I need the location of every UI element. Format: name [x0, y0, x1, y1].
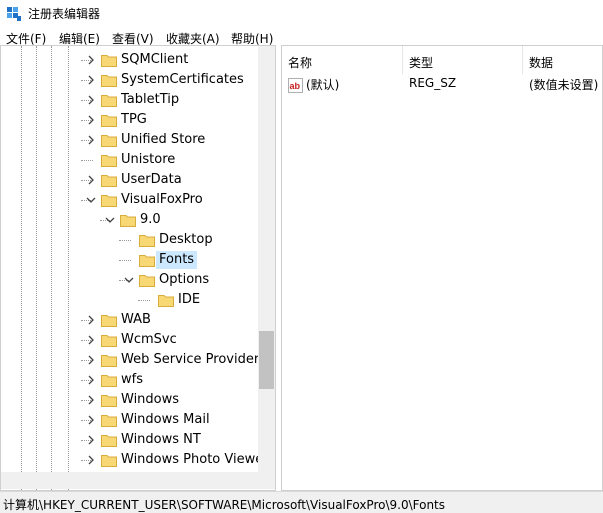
- tree-vertical-scrollbar[interactable]: [258, 46, 275, 473]
- folder-icon: [139, 235, 155, 247]
- column-header-name[interactable]: 名称: [282, 46, 403, 74]
- folder-icon: [101, 375, 117, 387]
- tree-scroll-thumb[interactable]: [259, 331, 274, 389]
- chevron-right-icon[interactable]: [86, 175, 96, 185]
- chevron-right-icon[interactable]: [86, 75, 96, 85]
- status-bar: 计算机\HKEY_CURRENT_USER\SOFTWARE\Microsoft…: [0, 491, 603, 513]
- tree-guide-line: [68, 46, 69, 490]
- folder-icon: [101, 335, 117, 347]
- svg-text:ab: ab: [290, 81, 301, 91]
- folder-icon: [101, 355, 117, 367]
- folder-icon: [101, 175, 117, 187]
- title-bar: 注册表编辑器: [0, 0, 603, 28]
- chevron-down-icon[interactable]: [105, 215, 115, 225]
- tree-item-label[interactable]: VisualFoxPro: [118, 191, 206, 209]
- folder-icon: [139, 275, 155, 287]
- folder-icon: [101, 115, 117, 127]
- folder-icon: [101, 435, 117, 447]
- tree-connector: [138, 300, 150, 301]
- folder-icon: [101, 155, 117, 167]
- tree-item-label[interactable]: TabletTip: [118, 91, 182, 109]
- tree-connector: [81, 160, 93, 161]
- tree-item-label[interactable]: Unistore: [118, 151, 178, 169]
- tree-item-label[interactable]: Windows NT: [118, 431, 204, 449]
- value-type-cell: REG_SZ: [409, 76, 457, 90]
- chevron-right-icon[interactable]: [86, 115, 96, 125]
- chevron-right-icon[interactable]: [86, 315, 96, 325]
- folder-icon: [101, 95, 117, 107]
- folder-icon: [120, 215, 136, 227]
- folder-icon: [101, 135, 117, 147]
- folder-icon: [101, 415, 117, 427]
- folder-icon: [139, 255, 155, 267]
- tree-item-label[interactable]: SystemCertificates: [118, 71, 247, 89]
- string-value-icon: ab: [288, 78, 303, 93]
- tree-guide-line: [51, 46, 52, 490]
- tree-guide-line: [21, 46, 22, 490]
- folder-icon: [101, 315, 117, 327]
- values-list[interactable]: 名称 类型 数据 ab (默认) REG_SZ (数值未设置): [281, 45, 603, 491]
- tree-item-label[interactable]: Windows Photo Viewer: [118, 451, 272, 469]
- tree-horizontal-scrollbar[interactable]: [1, 472, 275, 489]
- value-name-cell[interactable]: (默认): [306, 76, 339, 93]
- window-title: 注册表编辑器: [28, 7, 101, 21]
- chevron-right-icon[interactable]: [86, 395, 96, 405]
- tree-item-label[interactable]: wfs: [118, 371, 146, 389]
- tree-item-label[interactable]: WAB: [118, 311, 154, 329]
- chevron-right-icon[interactable]: [86, 435, 96, 445]
- tree-item-label[interactable]: UserData: [118, 171, 185, 189]
- tree-item-label[interactable]: Windows Mail: [118, 411, 213, 429]
- key-tree[interactable]: SQMClient SystemCertificates TabletTip TPG U…: [0, 45, 276, 491]
- chevron-right-icon[interactable]: [86, 55, 96, 65]
- tree-item-label[interactable]: Windows: [118, 391, 182, 409]
- tree-connector: [119, 260, 131, 261]
- tree-item-label[interactable]: Fonts: [156, 251, 198, 269]
- tree-item-label[interactable]: TPG: [118, 111, 150, 129]
- chevron-right-icon[interactable]: [86, 335, 96, 345]
- chevron-right-icon[interactable]: [86, 135, 96, 145]
- registry-editor-icon: [7, 7, 21, 21]
- chevron-right-icon[interactable]: [86, 415, 96, 425]
- tree-guide-line: [36, 46, 37, 490]
- chevron-down-icon[interactable]: [86, 195, 96, 205]
- tree-item-label[interactable]: SQMClient: [118, 51, 191, 69]
- column-header-type[interactable]: 类型: [403, 46, 523, 74]
- folder-icon: [101, 455, 117, 467]
- folder-icon: [158, 295, 174, 307]
- tree-item-label[interactable]: 9.0: [137, 211, 164, 229]
- folder-icon: [101, 75, 117, 87]
- tree-item-label[interactable]: WcmSvc: [118, 331, 180, 349]
- tree-item-label[interactable]: Web Service Providers: [118, 351, 269, 369]
- status-path: 计算机\HKEY_CURRENT_USER\SOFTWARE\Microsoft…: [3, 498, 446, 512]
- folder-icon: [101, 195, 117, 207]
- tree-connector: [119, 240, 131, 241]
- tree-item-label[interactable]: Desktop: [156, 231, 216, 249]
- chevron-right-icon[interactable]: [86, 355, 96, 365]
- folder-icon: [101, 395, 117, 407]
- column-header-data[interactable]: 数据: [523, 46, 602, 74]
- folder-icon: [101, 55, 117, 67]
- tree-item-label[interactable]: Unified Store: [118, 131, 208, 149]
- tree-item-label[interactable]: Options: [156, 271, 212, 289]
- chevron-right-icon[interactable]: [86, 455, 96, 465]
- chevron-right-icon[interactable]: [86, 95, 96, 105]
- chevron-right-icon[interactable]: [86, 375, 96, 385]
- value-data-cell: (数值未设置): [529, 78, 599, 92]
- chevron-down-icon[interactable]: [124, 275, 134, 285]
- tree-item-label[interactable]: IDE: [175, 291, 203, 309]
